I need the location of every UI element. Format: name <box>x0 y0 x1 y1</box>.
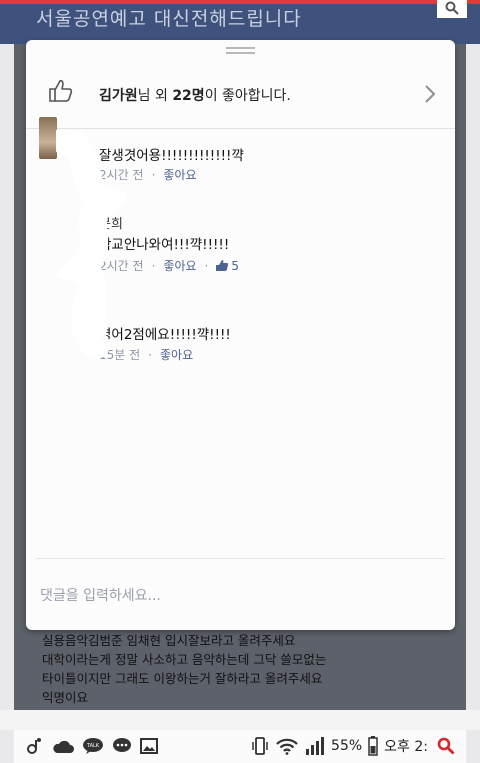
notification-icons: TALK <box>26 737 158 755</box>
app-header: 서울공연예고 대신전해드립니다 <box>0 0 480 44</box>
chevron-right-icon[interactable] <box>424 84 436 104</box>
like-count-value: 5 <box>231 258 239 273</box>
post-line: 타이틀이지만 그래도 이왕하는거 잘하라고 올려주세요 <box>42 671 323 686</box>
likes-text: 김가원님 외 22명이 좋아합니다. <box>99 85 291 105</box>
bottom-spacer <box>0 710 480 730</box>
separator-dot: · <box>151 258 156 273</box>
cloud-icon <box>53 740 74 753</box>
redaction-scribble <box>56 130 126 359</box>
post-line: 익명이요 <box>42 690 89 705</box>
comments-panel: 김가원님 외 22명이 좋아합니다. 잘생겻어용!!!!!!!!!!!!!꺅 2… <box>26 40 455 630</box>
clock: 오후 2: <box>384 739 428 755</box>
image-icon <box>140 738 158 754</box>
drag-handle[interactable] <box>226 47 255 54</box>
thumbs-up-icon <box>49 79 73 102</box>
comment-like-button[interactable]: 좋아요 <box>160 346 193 363</box>
header-search-button[interactable] <box>437 0 467 18</box>
music-note-icon <box>27 738 41 754</box>
vibrate-icon <box>252 737 268 755</box>
separator-dot: · <box>148 347 152 362</box>
comment-input[interactable]: 댓글을 입력하세요... <box>40 585 161 605</box>
avatar[interactable] <box>39 117 57 159</box>
divider <box>36 558 445 559</box>
search-icon <box>445 1 459 15</box>
post-line: 실용음악김범준 임채현 입시잘보라고 올려주세요 <box>42 633 296 648</box>
message-bubble-icon <box>113 738 131 752</box>
liker-name: 김가원 <box>99 88 138 104</box>
talk-bubble-icon: TALK <box>83 738 103 754</box>
status-bar: TALK 55% 오후 2: <box>14 730 466 763</box>
battery-percent: 55% <box>331 738 363 754</box>
status-search-button[interactable] <box>434 735 458 757</box>
svg-text:TALK: TALK <box>86 743 100 749</box>
likes-text-part: 이 좋아합니다. <box>204 88 291 104</box>
battery-icon <box>368 736 378 756</box>
status-right: 55% 오후 2: <box>251 735 458 757</box>
comment-like-button[interactable]: 좋아요 <box>163 257 196 274</box>
likes-text-part: 님 외 <box>137 88 173 104</box>
separator-dot: · <box>204 258 209 273</box>
thumbs-up-icon <box>216 260 229 271</box>
comment-like-count[interactable]: 5 <box>216 259 239 273</box>
likes-summary[interactable]: 김가원님 외 22명이 좋아합니다. <box>26 58 455 129</box>
search-icon <box>437 737 455 755</box>
comment-like-button[interactable]: 좋아요 <box>163 166 196 183</box>
wifi-icon <box>276 738 298 755</box>
signal-icon <box>306 737 325 755</box>
post-line: 대학이라는게 정말 사소하고 음악하는데 그닥 쓸모없는 <box>42 652 327 667</box>
separator-dot: · <box>151 167 156 182</box>
page-title: 서울공연예고 대신전해드립니다 <box>36 8 302 30</box>
likes-count: 22명 <box>172 88 205 104</box>
post-body: 실용음악김범준 임채현 입시잘보라고 올려주세요 대학이라는게 정말 사소하고 … <box>42 631 442 707</box>
